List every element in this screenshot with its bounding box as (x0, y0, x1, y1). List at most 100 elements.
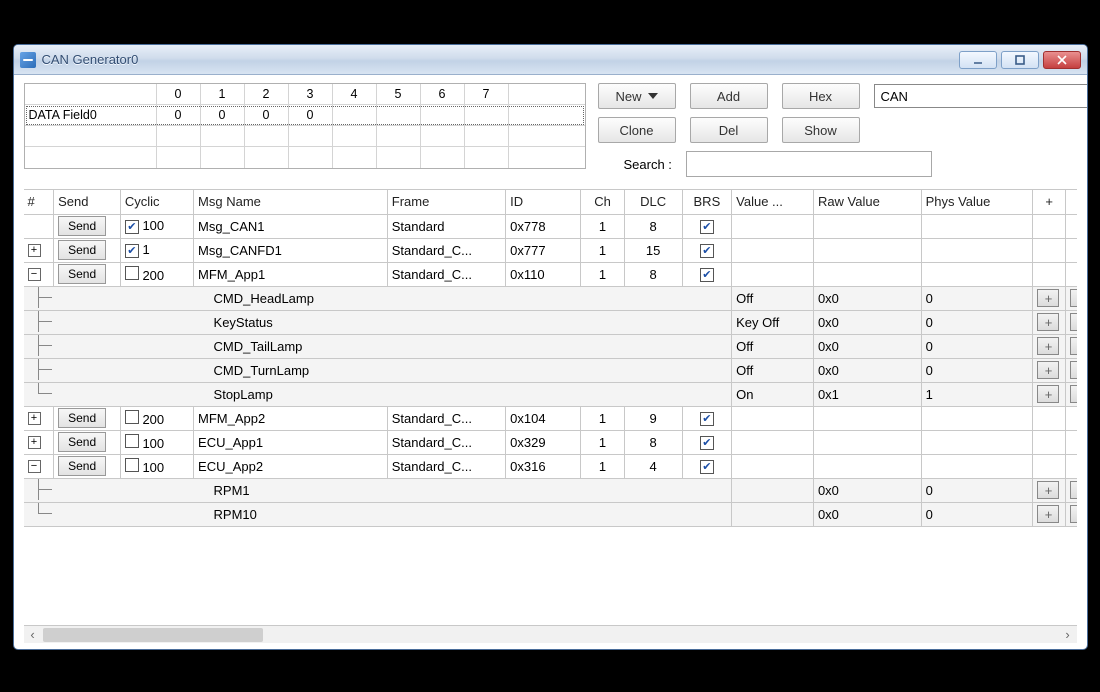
collapse-icon[interactable]: − (28, 460, 41, 473)
cyclic-checkbox[interactable]: ✔ (125, 220, 139, 234)
message-row[interactable]: +Send 100ECU_App1Standard_C...0x32918✔ (24, 430, 1077, 454)
horizontal-scrollbar[interactable]: ‹ › (24, 625, 1077, 643)
expand-icon[interactable]: + (28, 436, 41, 449)
step-minus-button[interactable]: − (1070, 313, 1077, 331)
step-plus-button[interactable]: + (1037, 385, 1059, 403)
expand-icon[interactable]: + (28, 412, 41, 425)
scroll-right-icon[interactable]: › (1059, 626, 1077, 644)
step-minus-button[interactable]: − (1070, 337, 1077, 355)
clone-button[interactable]: Clone (598, 117, 676, 143)
cyclic-checkbox[interactable] (125, 458, 139, 472)
col-dlc[interactable]: DLC (624, 190, 682, 214)
step-plus-button[interactable]: + (1037, 505, 1059, 523)
cyclic-checkbox[interactable] (125, 410, 139, 424)
send-button[interactable]: Send (58, 264, 106, 284)
data-byte-2[interactable]: 0 (245, 105, 289, 125)
cyclic-checkbox[interactable] (125, 266, 139, 280)
brs-checkbox[interactable]: ✔ (700, 412, 714, 426)
brs-checkbox[interactable]: ✔ (700, 460, 714, 474)
col-send[interactable]: Send (54, 190, 121, 214)
maximize-button[interactable] (1001, 51, 1039, 69)
step-minus-button[interactable]: − (1070, 505, 1077, 523)
close-button[interactable] (1043, 51, 1081, 69)
col-valuedesc[interactable]: Value ... (732, 190, 814, 214)
data-col-7: 7 (465, 84, 509, 104)
brs-checkbox[interactable]: ✔ (700, 268, 714, 282)
data-byte-5[interactable] (377, 105, 421, 125)
message-row[interactable]: −Send 100ECU_App2Standard_C...0x31614✔ (24, 454, 1077, 478)
message-row[interactable]: Send✔ 100Msg_CAN1Standard0x77818✔ (24, 214, 1077, 238)
cyclic-checkbox[interactable] (125, 434, 139, 448)
col-tree[interactable]: # (24, 190, 54, 214)
signal-name: StopLamp (194, 382, 732, 406)
step-plus-button[interactable]: + (1037, 289, 1059, 307)
signal-row[interactable]: CMD_TurnLampOff0x00+−1 (24, 358, 1077, 382)
hex-button[interactable]: Hex (782, 83, 860, 109)
brs-checkbox[interactable]: ✔ (700, 220, 714, 234)
del-button[interactable]: Del (690, 117, 768, 143)
col-id[interactable]: ID (506, 190, 581, 214)
new-button[interactable]: New (598, 83, 676, 109)
col-brs[interactable]: BRS (682, 190, 732, 214)
add-button[interactable]: Add (690, 83, 768, 109)
expand-icon[interactable]: + (28, 244, 41, 257)
app-window: CAN Generator0 0 1 2 3 (13, 44, 1088, 650)
col-minus[interactable]: - (1065, 190, 1076, 214)
message-row[interactable]: +Send✔ 1Msg_CANFD1Standard_C...0x777115✔ (24, 238, 1077, 262)
step-plus-button[interactable]: + (1037, 481, 1059, 499)
signal-row[interactable]: CMD_HeadLampOff0x00+−1 (24, 286, 1077, 310)
message-row[interactable]: −Send 200MFM_App1Standard_C...0x11018✔ (24, 262, 1077, 286)
data-byte-7[interactable] (465, 105, 509, 125)
step-minus-button[interactable]: − (1070, 289, 1077, 307)
scroll-thumb[interactable] (43, 628, 263, 642)
protocol-select[interactable]: CAN (874, 84, 1087, 108)
frame-type: Standard_C... (387, 430, 505, 454)
signal-row[interactable]: KeyStatusKey Off0x00+−1 (24, 310, 1077, 334)
dlc: 9 (624, 406, 682, 430)
show-button[interactable]: Show (782, 117, 860, 143)
send-button[interactable]: Send (58, 432, 106, 452)
message-grid[interactable]: # Send Cyclic Msg Name Frame ID Ch DLC B… (24, 190, 1077, 527)
step-plus-button[interactable]: + (1037, 337, 1059, 355)
data-byte-1[interactable]: 0 (201, 105, 245, 125)
step-minus-button[interactable]: − (1070, 481, 1077, 499)
minimize-button[interactable] (959, 51, 997, 69)
brs-checkbox[interactable]: ✔ (700, 244, 714, 258)
titlebar[interactable]: CAN Generator0 (14, 45, 1087, 75)
signal-row[interactable]: CMD_TailLampOff0x00+−1 (24, 334, 1077, 358)
phys-value: 1 (921, 382, 1033, 406)
collapse-icon[interactable]: − (28, 268, 41, 281)
signal-row[interactable]: RPM10x00+−1 (24, 478, 1077, 502)
data-field-grid[interactable]: 0 1 2 3 4 5 6 7 DATA Field0 0 (24, 83, 586, 169)
brs-checkbox[interactable]: ✔ (700, 436, 714, 450)
send-button[interactable]: Send (58, 456, 106, 476)
data-byte-3[interactable]: 0 (289, 105, 333, 125)
data-byte-4[interactable] (333, 105, 377, 125)
search-input[interactable] (686, 151, 932, 177)
signal-row[interactable]: StopLampOn0x11+−1 (24, 382, 1077, 406)
step-plus-button[interactable]: + (1037, 313, 1059, 331)
data-byte-0[interactable]: 0 (157, 105, 201, 125)
col-ch[interactable]: Ch (581, 190, 624, 214)
send-button[interactable]: Send (58, 216, 106, 236)
col-frame[interactable]: Frame (387, 190, 505, 214)
col-cyclic[interactable]: Cyclic (120, 190, 193, 214)
message-row[interactable]: +Send 200MFM_App2Standard_C...0x10419✔ (24, 406, 1077, 430)
step-minus-button[interactable]: − (1070, 361, 1077, 379)
step-plus-button[interactable]: + (1037, 361, 1059, 379)
scroll-left-icon[interactable]: ‹ (24, 626, 42, 644)
send-button[interactable]: Send (58, 408, 106, 428)
tree-branch-icon (28, 358, 54, 380)
phys-value: 0 (921, 478, 1033, 502)
col-msg[interactable]: Msg Name (194, 190, 388, 214)
step-minus-button[interactable]: − (1070, 385, 1077, 403)
value-desc: On (732, 382, 814, 406)
col-plus[interactable]: + (1033, 190, 1065, 214)
channel: 1 (581, 430, 624, 454)
signal-row[interactable]: RPM100x00+−1 (24, 502, 1077, 526)
data-byte-6[interactable] (421, 105, 465, 125)
cyclic-checkbox[interactable]: ✔ (125, 244, 139, 258)
send-button[interactable]: Send (58, 240, 106, 260)
col-raw[interactable]: Raw Value (813, 190, 921, 214)
col-phys[interactable]: Phys Value (921, 190, 1033, 214)
